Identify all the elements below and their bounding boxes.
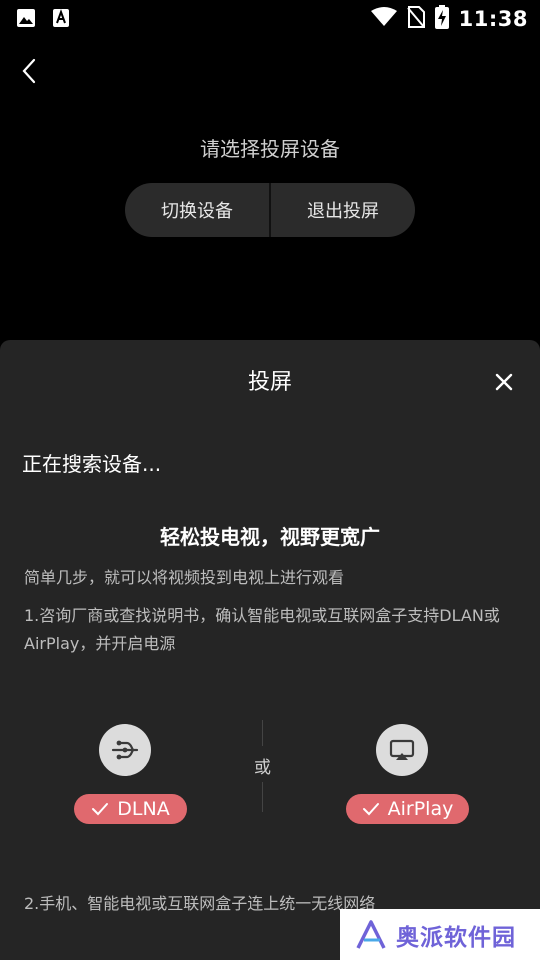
status-bar: 11:38	[0, 0, 540, 36]
dlna-label: DLNA	[117, 798, 170, 820]
image-icon	[16, 8, 36, 32]
headline: 轻松投电视，视野更宽广	[160, 525, 380, 549]
step-2-text: 2.手机、智能电视或互联网盒子连上统一无线网络	[24, 894, 376, 913]
cast-action-group: 切换设备 退出投屏	[125, 183, 415, 237]
wifi-icon	[370, 7, 397, 31]
divider-bottom	[262, 782, 263, 812]
airplay-label: AirPlay	[387, 798, 454, 820]
airplay-icon	[376, 724, 428, 776]
watermark-logo	[356, 919, 386, 949]
airplay-badge[interactable]: AirPlay	[346, 794, 469, 824]
check-icon	[362, 803, 379, 816]
back-button[interactable]	[14, 54, 44, 88]
check-icon	[92, 803, 109, 816]
watermark: 奥派软件园	[340, 909, 540, 960]
battery-charging-icon	[434, 5, 449, 33]
searching-status: 正在搜索设备...	[22, 452, 162, 476]
no-sim-icon	[406, 6, 425, 32]
sheet-title: 投屏	[247, 370, 292, 395]
exit-cast-button[interactable]: 退出投屏	[271, 183, 415, 237]
divider-top	[262, 720, 263, 746]
or-label: 或	[254, 758, 271, 778]
select-device-prompt: 请选择投屏设备	[200, 137, 340, 161]
watermark-text: 奥派软件园	[396, 924, 516, 951]
subtext: 简单几步，就可以将视频投到电视上进行观看	[24, 568, 345, 587]
close-icon	[495, 373, 513, 391]
status-time: 11:38	[458, 7, 528, 31]
font-icon	[52, 8, 70, 32]
chevron-left-icon	[22, 58, 36, 84]
dlna-badge[interactable]: DLNA	[74, 794, 187, 824]
cast-sheet: 投屏 正在搜索设备... 轻松投电视，视野更宽广 简单几步，就可以将视频投到电视…	[0, 340, 540, 960]
close-button[interactable]	[490, 368, 518, 396]
switch-device-button[interactable]: 切换设备	[125, 183, 269, 237]
dlna-icon	[99, 724, 151, 776]
step-1-text: 1.咨询厂商或查找说明书，确认智能电视或互联网盒子支持DLAN或AirPlay，…	[24, 606, 500, 653]
